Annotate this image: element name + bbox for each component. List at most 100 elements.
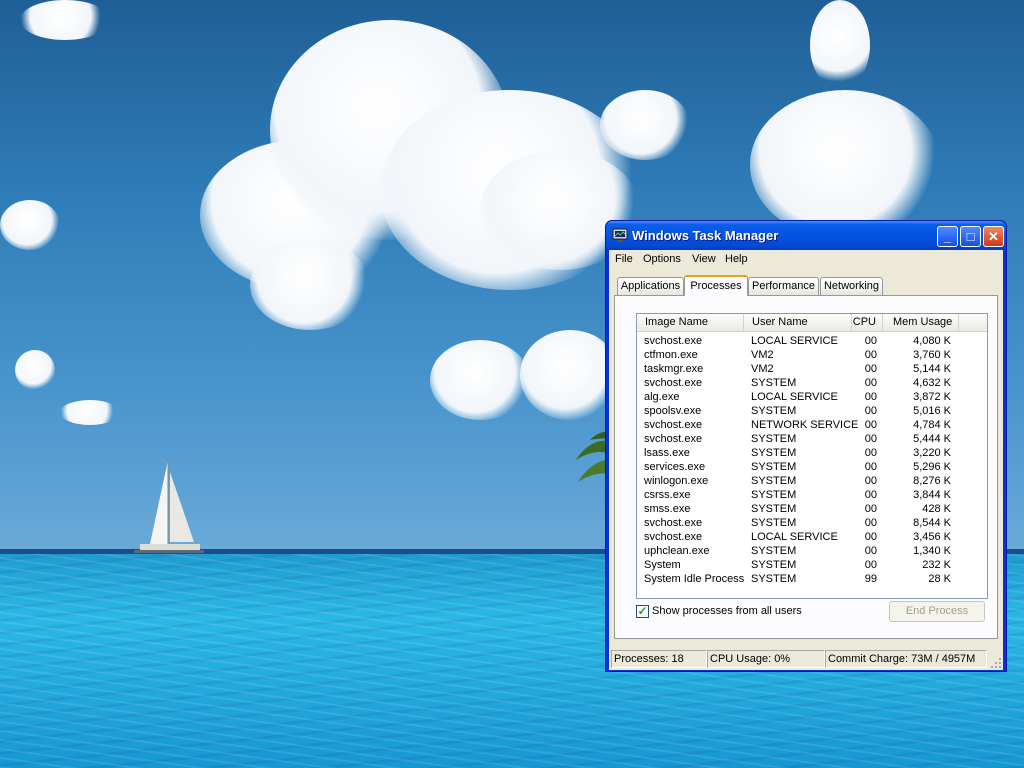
process-image-name: services.exe bbox=[644, 461, 706, 473]
process-mem-usage: 5,144 K bbox=[913, 363, 951, 375]
table-row[interactable]: svchost.exe SYSTEM 00 4,632 K bbox=[637, 376, 987, 390]
process-user-name: SYSTEM bbox=[751, 433, 797, 445]
process-mem-usage: 3,456 K bbox=[913, 531, 951, 543]
tab-processes[interactable]: Processes bbox=[684, 275, 748, 296]
table-row[interactable]: services.exe SYSTEM 00 5,296 K bbox=[637, 460, 987, 474]
table-row[interactable]: lsass.exe SYSTEM 00 3,220 K bbox=[637, 446, 987, 460]
cloud bbox=[750, 90, 940, 240]
tab-applications[interactable]: Applications bbox=[617, 277, 684, 295]
process-image-name: taskmgr.exe bbox=[644, 363, 704, 375]
sailboat bbox=[134, 458, 204, 553]
process-user-name: SYSTEM bbox=[751, 405, 797, 417]
process-mem-usage: 8,276 K bbox=[913, 475, 951, 487]
end-process-button[interactable]: End Process bbox=[889, 601, 985, 622]
table-row[interactable]: svchost.exe SYSTEM 00 5,444 K bbox=[637, 432, 987, 446]
column-header-cpu[interactable]: CPU bbox=[852, 314, 883, 331]
table-row[interactable]: svchost.exe NETWORK SERVICE 00 4,784 K bbox=[637, 418, 987, 432]
process-mem-usage: 5,296 K bbox=[913, 461, 951, 473]
process-image-name: System bbox=[644, 559, 681, 571]
process-user-name: SYSTEM bbox=[751, 447, 797, 459]
process-cpu: 00 bbox=[864, 531, 877, 543]
process-mem-usage: 1,340 K bbox=[913, 545, 951, 557]
process-mem-usage: 5,016 K bbox=[913, 405, 951, 417]
window-title: Windows Task Manager bbox=[632, 228, 779, 243]
process-cpu: 00 bbox=[864, 377, 877, 389]
status-processes: Processes: 18 bbox=[611, 650, 707, 668]
table-row[interactable]: taskmgr.exe VM2 00 5,144 K bbox=[637, 362, 987, 376]
process-cpu: 00 bbox=[864, 419, 877, 431]
process-user-name: SYSTEM bbox=[751, 489, 797, 501]
maximize-icon: □ bbox=[966, 229, 975, 244]
table-row[interactable]: smss.exe SYSTEM 00 428 K bbox=[637, 502, 987, 516]
table-row[interactable]: svchost.exe LOCAL SERVICE 00 3,456 K bbox=[637, 530, 987, 544]
menu-help[interactable]: Help bbox=[725, 253, 748, 265]
tab-performance[interactable]: Performance bbox=[748, 277, 819, 295]
process-cpu: 00 bbox=[864, 349, 877, 361]
menu-view[interactable]: View bbox=[692, 253, 716, 265]
process-user-name: SYSTEM bbox=[751, 545, 797, 557]
title-bar[interactable]: Windows Task Manager _ □ ✕ bbox=[606, 221, 1006, 250]
cloud bbox=[600, 90, 690, 160]
table-row[interactable]: spoolsv.exe SYSTEM 00 5,016 K bbox=[637, 404, 987, 418]
menu-file[interactable]: File bbox=[615, 253, 633, 265]
process-mem-usage: 3,844 K bbox=[913, 489, 951, 501]
process-image-name: csrss.exe bbox=[644, 489, 691, 501]
process-user-name: VM2 bbox=[751, 349, 774, 361]
minimize-button[interactable]: _ bbox=[937, 226, 958, 247]
table-row[interactable]: csrss.exe SYSTEM 00 3,844 K bbox=[637, 488, 987, 502]
table-row[interactable]: svchost.exe SYSTEM 00 8,544 K bbox=[637, 516, 987, 530]
process-cpu: 00 bbox=[864, 447, 877, 459]
process-mem-usage: 3,220 K bbox=[913, 447, 951, 459]
process-cpu: 00 bbox=[864, 489, 877, 501]
column-header-mem-usage[interactable]: Mem Usage bbox=[883, 314, 959, 331]
process-image-name: svchost.exe bbox=[644, 433, 703, 445]
process-user-name: SYSTEM bbox=[751, 573, 797, 585]
process-cpu: 00 bbox=[864, 433, 877, 445]
tab-networking[interactable]: Networking bbox=[820, 277, 883, 295]
cloud bbox=[20, 0, 110, 40]
process-user-name: SYSTEM bbox=[751, 377, 797, 389]
column-header-image-name[interactable]: Image Name bbox=[637, 314, 744, 331]
maximize-button[interactable]: □ bbox=[960, 226, 981, 247]
process-mem-usage: 3,760 K bbox=[913, 349, 951, 361]
process-image-name: svchost.exe bbox=[644, 419, 703, 431]
close-button[interactable]: ✕ bbox=[983, 226, 1004, 247]
resize-grip-icon[interactable] bbox=[990, 657, 1002, 669]
table-row[interactable]: ctfmon.exe VM2 00 3,760 K bbox=[637, 348, 987, 362]
table-row[interactable]: winlogon.exe SYSTEM 00 8,276 K bbox=[637, 474, 987, 488]
process-image-name: ctfmon.exe bbox=[644, 349, 698, 361]
minimize-icon: _ bbox=[943, 229, 952, 244]
task-manager-window[interactable]: Windows Task Manager _ □ ✕ File Options … bbox=[605, 220, 1007, 672]
process-image-name: uphclean.exe bbox=[644, 545, 710, 557]
process-image-name: System Idle Process bbox=[644, 573, 745, 585]
column-header-user-name[interactable]: User Name bbox=[744, 314, 852, 331]
process-list[interactable]: Image Name User Name CPU Mem Usage svcho… bbox=[636, 313, 988, 599]
process-user-name: SYSTEM bbox=[751, 461, 797, 473]
process-cpu: 00 bbox=[864, 335, 877, 347]
table-row[interactable]: System SYSTEM 00 232 K bbox=[637, 558, 987, 572]
process-cpu: 00 bbox=[864, 545, 877, 557]
process-user-name: SYSTEM bbox=[751, 517, 797, 529]
process-user-name: SYSTEM bbox=[751, 559, 797, 571]
process-image-name: svchost.exe bbox=[644, 531, 703, 543]
table-row[interactable]: svchost.exe LOCAL SERVICE 00 4,080 K bbox=[637, 334, 987, 348]
process-user-name: SYSTEM bbox=[751, 503, 797, 515]
cloud bbox=[810, 0, 870, 90]
process-cpu: 00 bbox=[864, 559, 877, 571]
process-image-name: spoolsv.exe bbox=[644, 405, 702, 417]
process-cpu: 00 bbox=[864, 475, 877, 487]
process-mem-usage: 4,632 K bbox=[913, 377, 951, 389]
show-all-processes-label: Show processes from all users bbox=[652, 605, 802, 617]
process-list-header: Image Name User Name CPU Mem Usage bbox=[637, 314, 987, 332]
menu-options[interactable]: Options bbox=[643, 253, 681, 265]
process-mem-usage: 8,544 K bbox=[913, 517, 951, 529]
process-mem-usage: 4,784 K bbox=[913, 419, 951, 431]
process-user-name: NETWORK SERVICE bbox=[751, 419, 859, 431]
table-row[interactable]: System Idle Process SYSTEM 99 28 K bbox=[637, 572, 987, 586]
table-row[interactable]: uphclean.exe SYSTEM 00 1,340 K bbox=[637, 544, 987, 558]
process-cpu: 00 bbox=[864, 405, 877, 417]
checkmark-icon[interactable]: ✓ bbox=[636, 605, 649, 618]
cloud bbox=[250, 240, 370, 330]
table-row[interactable]: alg.exe LOCAL SERVICE 00 3,872 K bbox=[637, 390, 987, 404]
process-image-name: svchost.exe bbox=[644, 335, 703, 347]
